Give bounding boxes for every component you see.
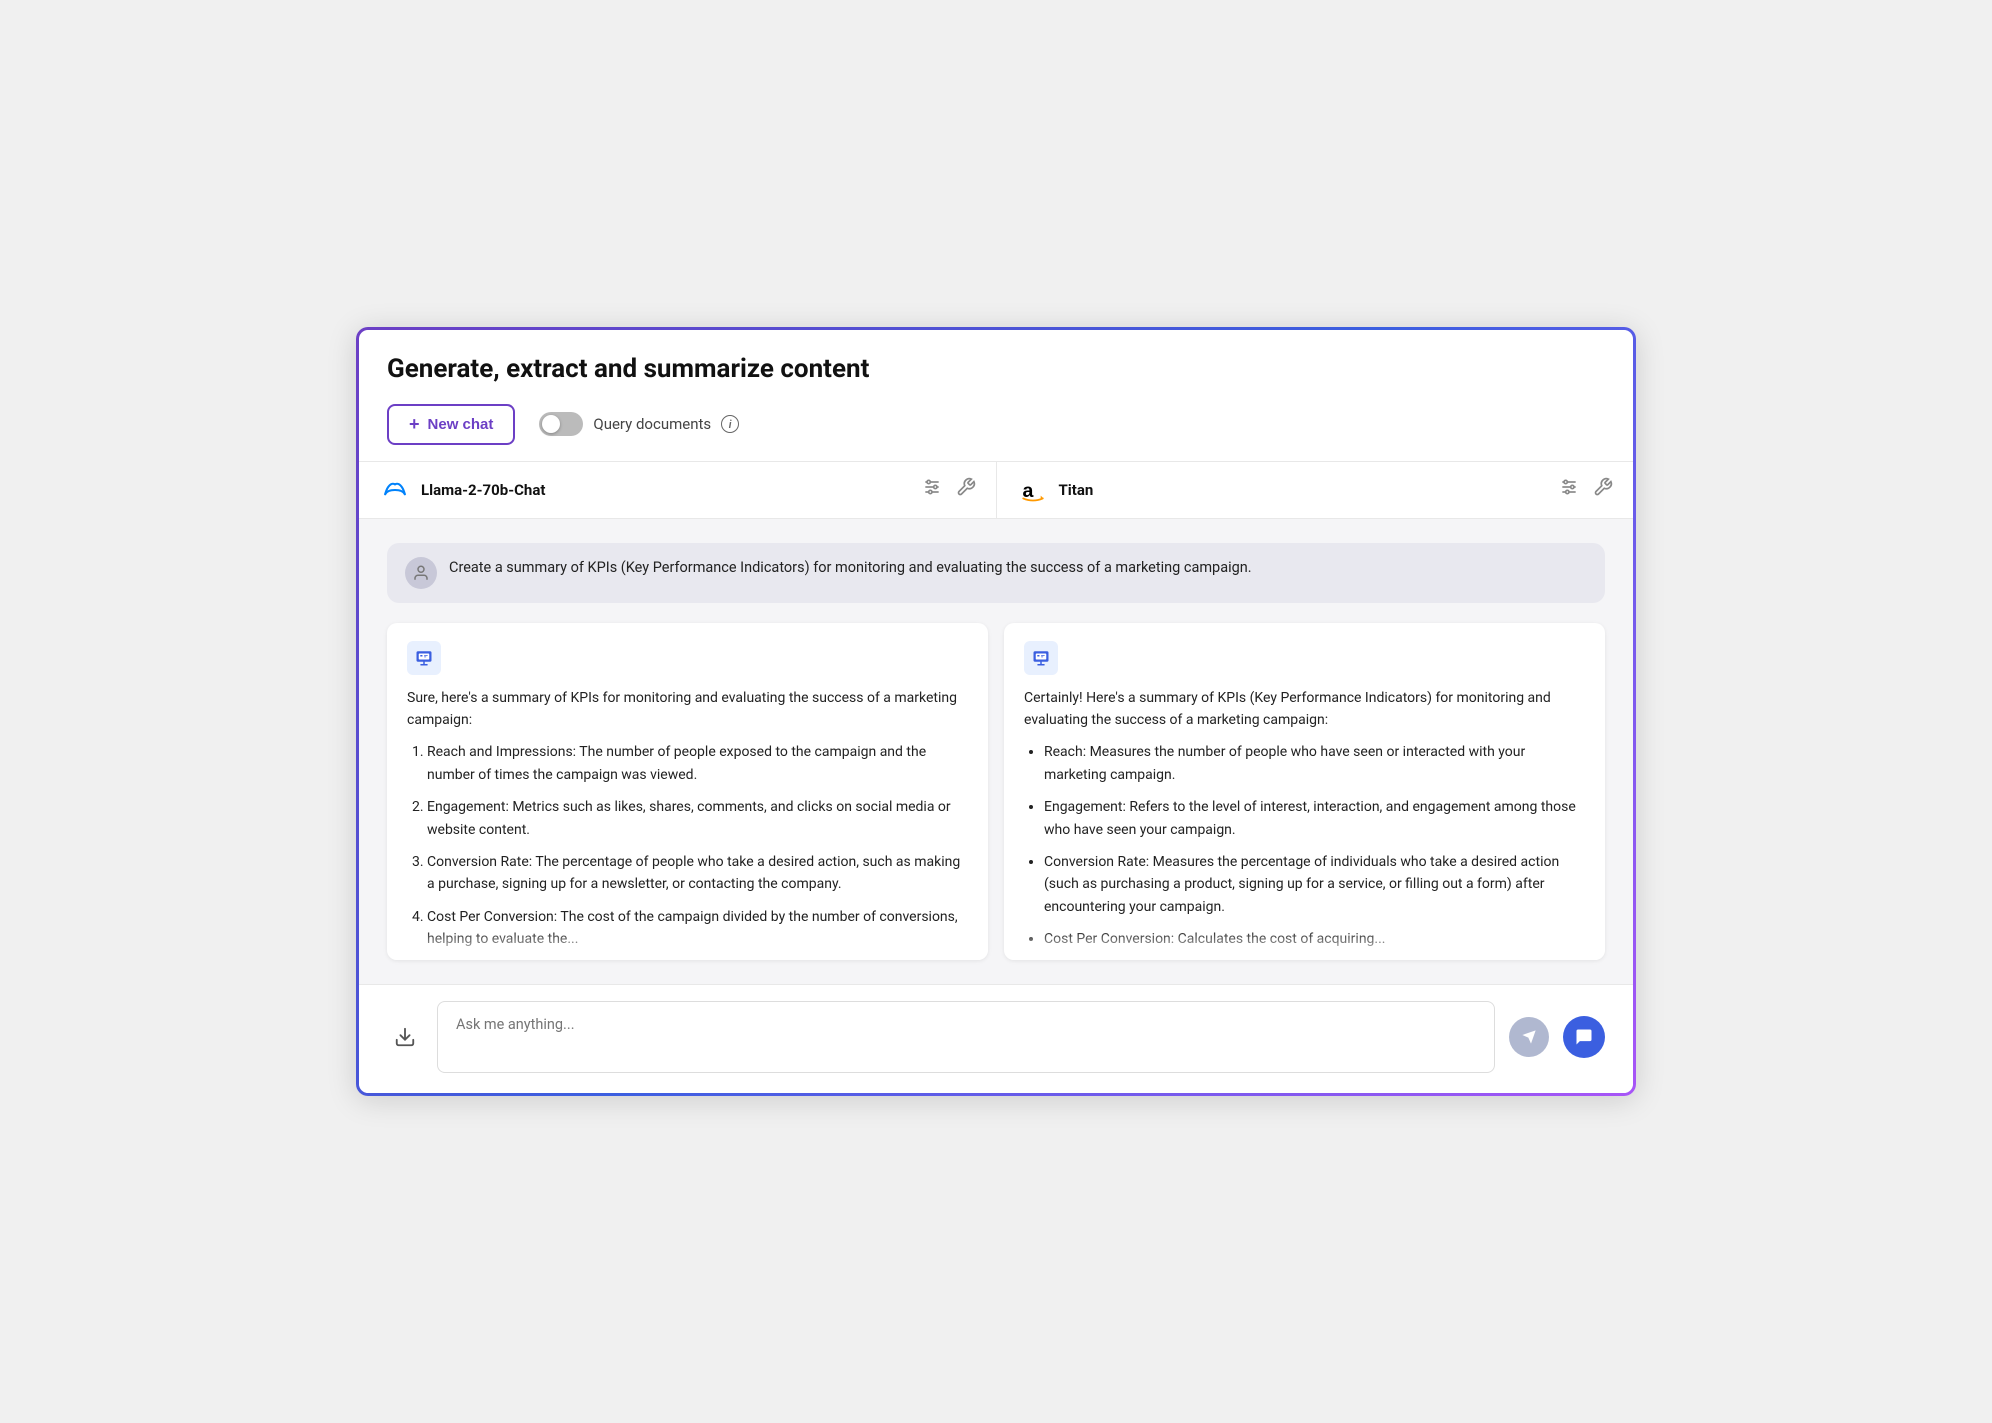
list-item: Reach and Impressions: The number of peo… — [427, 741, 968, 786]
list-item: Engagement: Refers to the level of inter… — [1044, 796, 1585, 841]
responses-grid: Sure, here's a summary of KPIs for monit… — [387, 623, 1605, 961]
feedback-button[interactable] — [1563, 1016, 1605, 1058]
ai-icon-llama — [407, 641, 441, 675]
user-avatar — [405, 557, 437, 589]
list-item: Conversion Rate: Measures the percentage… — [1044, 851, 1585, 918]
response-header-llama — [407, 641, 968, 675]
response-intro-llama: Sure, here's a summary of KPIs for monit… — [407, 687, 968, 732]
model-tab-titan[interactable]: a Titan — [997, 462, 1634, 518]
response-text-llama: Sure, here's a summary of KPIs for monit… — [407, 687, 968, 951]
info-icon[interactable]: i — [721, 415, 739, 433]
list-item: Cost Per Conversion: Calculates the cost… — [1044, 928, 1585, 950]
query-docs-row: Query documents i — [539, 412, 739, 436]
meta-logo — [379, 474, 411, 506]
model-tab-llama[interactable]: Llama-2-70b-Chat — [359, 462, 997, 518]
user-message: Create a summary of KPIs (Key Performanc… — [387, 543, 1605, 603]
list-item: Conversion Rate: The percentage of peopl… — [427, 851, 968, 896]
list-item: Reach: Measures the number of people who… — [1044, 741, 1585, 786]
app-wrapper: Generate, extract and summarize content … — [356, 327, 1636, 1097]
model-name-llama: Llama-2-70b-Chat — [421, 481, 912, 499]
main-container: Generate, extract and summarize content … — [359, 330, 1633, 1094]
query-docs-toggle[interactable] — [539, 412, 583, 436]
query-docs-label: Query documents — [593, 415, 711, 433]
chat-area: Create a summary of KPIs (Key Performanc… — [359, 519, 1633, 985]
send-button[interactable] — [1509, 1017, 1549, 1057]
new-chat-button[interactable]: + New chat — [387, 404, 515, 445]
user-message-text: Create a summary of KPIs (Key Performanc… — [449, 557, 1252, 579]
download-button[interactable] — [387, 1019, 423, 1055]
new-chat-label: New chat — [428, 416, 494, 433]
send-icon — [1521, 1029, 1537, 1045]
model-name-titan: Titan — [1059, 481, 1550, 499]
response-list-llama: Reach and Impressions: The number of peo… — [407, 741, 968, 950]
amazon-logo: a — [1017, 474, 1049, 506]
tab-icons-llama — [922, 477, 976, 502]
input-area — [359, 984, 1633, 1093]
list-item: Cost Per Conversion: The cost of the cam… — [427, 906, 968, 951]
user-avatar-icon — [412, 564, 430, 582]
list-item: Engagement: Metrics such as likes, share… — [427, 796, 968, 841]
response-text-titan: Certainly! Here's a summary of KPIs (Key… — [1024, 687, 1585, 951]
response-bullets-titan: Reach: Measures the number of people who… — [1024, 741, 1585, 950]
ai-icon-titan — [1024, 641, 1058, 675]
wrench-icon-llama[interactable] — [956, 477, 976, 502]
page-header: Generate, extract and summarize content … — [359, 330, 1633, 462]
response-card-titan: Certainly! Here's a summary of KPIs (Key… — [1004, 623, 1605, 961]
model-tabs: Llama-2-70b-Chat — [359, 462, 1633, 519]
page-title: Generate, extract and summarize content — [387, 354, 1605, 384]
wrench-icon-titan[interactable] — [1593, 477, 1613, 502]
response-intro-titan: Certainly! Here's a summary of KPIs (Key… — [1024, 687, 1585, 732]
response-card-llama: Sure, here's a summary of KPIs for monit… — [387, 623, 988, 961]
chat-input[interactable] — [437, 1001, 1495, 1073]
sliders-icon-llama[interactable] — [922, 477, 942, 502]
toolbar-row: + New chat Query documents i — [387, 404, 1605, 445]
plus-icon: + — [409, 414, 420, 435]
tab-icons-titan — [1559, 477, 1613, 502]
response-header-titan — [1024, 641, 1585, 675]
feedback-icon — [1574, 1027, 1594, 1047]
sliders-icon-titan[interactable] — [1559, 477, 1579, 502]
